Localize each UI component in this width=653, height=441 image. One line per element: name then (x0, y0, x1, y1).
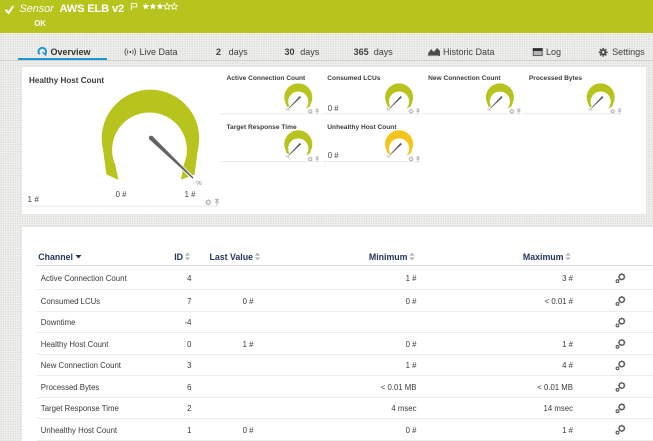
svg-text:%: % (196, 180, 202, 187)
